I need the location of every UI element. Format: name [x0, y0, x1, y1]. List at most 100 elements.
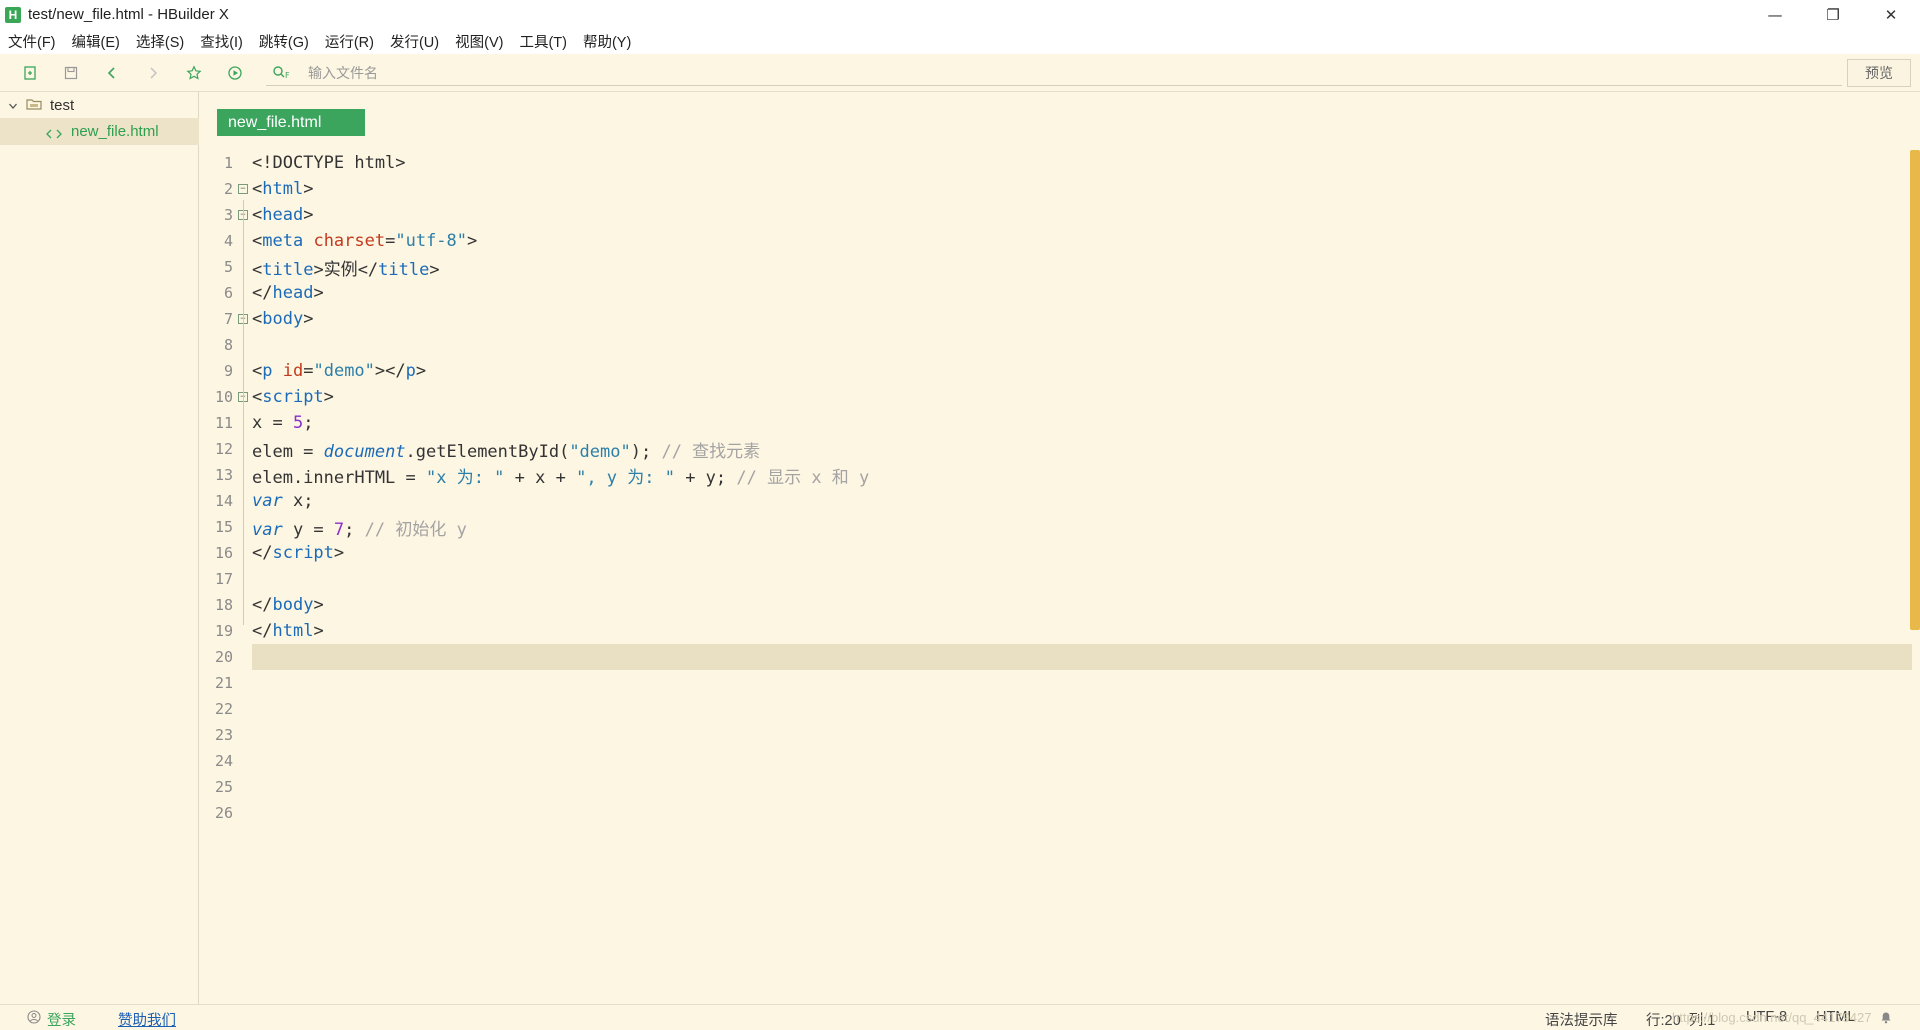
html-file-icon — [46, 126, 62, 143]
code-line: 12 elem = document.getElementById("demo"… — [200, 436, 1912, 462]
code-token: p — [405, 361, 416, 381]
line-number: 6 — [223, 284, 233, 302]
syntax-library-button[interactable]: 语法提示库 — [1545, 1009, 1618, 1030]
vertical-scrollbar[interactable] — [1910, 150, 1920, 630]
forward-icon[interactable] — [145, 65, 161, 81]
chevron-down-icon[interactable] — [8, 98, 18, 115]
code-token: body — [272, 595, 314, 615]
preview-button[interactable]: 预览 — [1847, 59, 1911, 87]
menu-find[interactable]: 查找(I) — [200, 31, 243, 52]
line-number: 16 — [214, 544, 233, 562]
code-token: = — [385, 231, 396, 251]
code-line: 3 − <head> — [200, 202, 1912, 228]
toolbar: F 预览 — [0, 54, 1920, 92]
code-token: head — [262, 205, 304, 225]
code-token: html — [272, 621, 314, 641]
code-token: > — [313, 283, 324, 303]
code-token: + x + — [504, 467, 577, 488]
code-token: p — [262, 361, 273, 381]
code-token: < — [252, 309, 263, 329]
run-icon[interactable] — [227, 65, 243, 81]
code-line: 20 — [200, 644, 1912, 670]
back-icon[interactable] — [104, 65, 120, 81]
code-token: elem = — [252, 441, 324, 462]
code-token: .getElementById( — [405, 441, 570, 462]
line-number: 11 — [214, 414, 233, 432]
code-token: > — [303, 179, 314, 199]
sponsor-link[interactable]: 赞助我们 — [118, 1009, 176, 1030]
new-file-icon[interactable] — [22, 65, 38, 81]
code-line: 19 </html> — [200, 618, 1912, 644]
favorite-star-icon[interactable] — [186, 65, 202, 81]
menu-run[interactable]: 运行(R) — [325, 31, 374, 52]
code-line: 9 <p id="demo"></p> — [200, 358, 1912, 384]
code-line: 18 </body> — [200, 592, 1912, 618]
menu-select[interactable]: 选择(S) — [136, 31, 184, 52]
code-token: ; — [344, 519, 365, 540]
code-token: script — [272, 543, 334, 563]
menu-tools[interactable]: 工具(T) — [519, 31, 567, 52]
code-token: title — [378, 259, 430, 280]
code-token: "utf-8" — [395, 231, 468, 251]
code-line: 1 <!DOCTYPE html> — [200, 150, 1912, 176]
code-line: 10 − <script> — [200, 384, 1912, 410]
tree-file-new-file[interactable]: new_file.html — [0, 118, 199, 145]
title-bar: H test/new_file.html - HBuilder X — ❐ ✕ — [0, 0, 1920, 29]
menu-help[interactable]: 帮助(Y) — [583, 31, 631, 52]
line-number: 19 — [214, 622, 233, 640]
code-token: > — [313, 595, 324, 615]
code-token: + y; — [674, 467, 737, 488]
code-token: < — [252, 259, 263, 280]
tab-new-file[interactable]: new_file.html — [217, 109, 365, 136]
line-number: 8 — [223, 336, 233, 354]
tree-project-label: test — [50, 97, 75, 114]
code-line: 16 </script> — [200, 540, 1912, 566]
close-button[interactable]: ✕ — [1862, 0, 1920, 29]
notification-bell-icon[interactable] — [1880, 1011, 1892, 1028]
code-token: ); — [630, 441, 662, 462]
line-number: 9 — [223, 362, 233, 380]
code-token: </ — [252, 621, 273, 641]
code-editor[interactable]: 1 <!DOCTYPE html> 2 − <html> 3 − <head> … — [200, 150, 1912, 830]
code-token: = — [303, 361, 314, 381]
code-token: </ — [252, 595, 273, 615]
menu-view[interactable]: 视图(V) — [455, 31, 503, 52]
code-token: script — [262, 387, 324, 407]
menu-goto[interactable]: 跳转(G) — [259, 31, 309, 52]
menu-file[interactable]: 文件(F) — [8, 31, 56, 52]
code-token: ", y 为: " — [576, 467, 675, 488]
code-token: > — [429, 259, 440, 280]
maximize-button[interactable]: ❐ — [1804, 0, 1862, 29]
menu-edit[interactable]: 编辑(E) — [72, 31, 120, 52]
code-token: > — [415, 361, 427, 381]
code-token: > — [323, 387, 334, 407]
menu-publish[interactable]: 发行(U) — [390, 31, 439, 52]
line-number: 26 — [214, 804, 233, 822]
code-token: 7 — [333, 519, 345, 540]
fold-toggle-icon[interactable]: − — [238, 184, 248, 194]
status-bar: 登录 赞助我们 语法提示库 行:20 列:1 UTF-8 HTML https:… — [0, 1004, 1920, 1030]
code-token: 5 — [292, 413, 304, 433]
code-line: 11 x = 5; — [200, 410, 1912, 436]
code-token: document — [323, 441, 406, 462]
hbuilder-logo-icon: H — [5, 6, 21, 23]
window-title: test/new_file.html - HBuilder X — [28, 6, 229, 23]
code-token: body — [262, 309, 304, 329]
code-token: ; — [303, 413, 314, 433]
login-link[interactable]: 登录 — [47, 1009, 76, 1030]
tree-project-test[interactable]: test — [0, 92, 199, 119]
code-token: head — [272, 283, 314, 303]
code-token: </ — [252, 283, 273, 303]
project-explorer: test new_file.html — [0, 92, 199, 1004]
file-search-input[interactable] — [308, 60, 1808, 86]
code-token: </ — [357, 259, 379, 280]
line-number: 21 — [214, 674, 233, 692]
code-line: 2 − <html> — [200, 176, 1912, 202]
line-number: 1 — [223, 154, 233, 172]
minimize-button[interactable]: — — [1746, 0, 1804, 29]
save-icon[interactable] — [63, 65, 79, 81]
code-token: "x 为: " — [426, 467, 505, 488]
code-line: 4 <meta charset="utf-8"> — [200, 228, 1912, 254]
code-token: // 初始化 y — [364, 519, 467, 540]
